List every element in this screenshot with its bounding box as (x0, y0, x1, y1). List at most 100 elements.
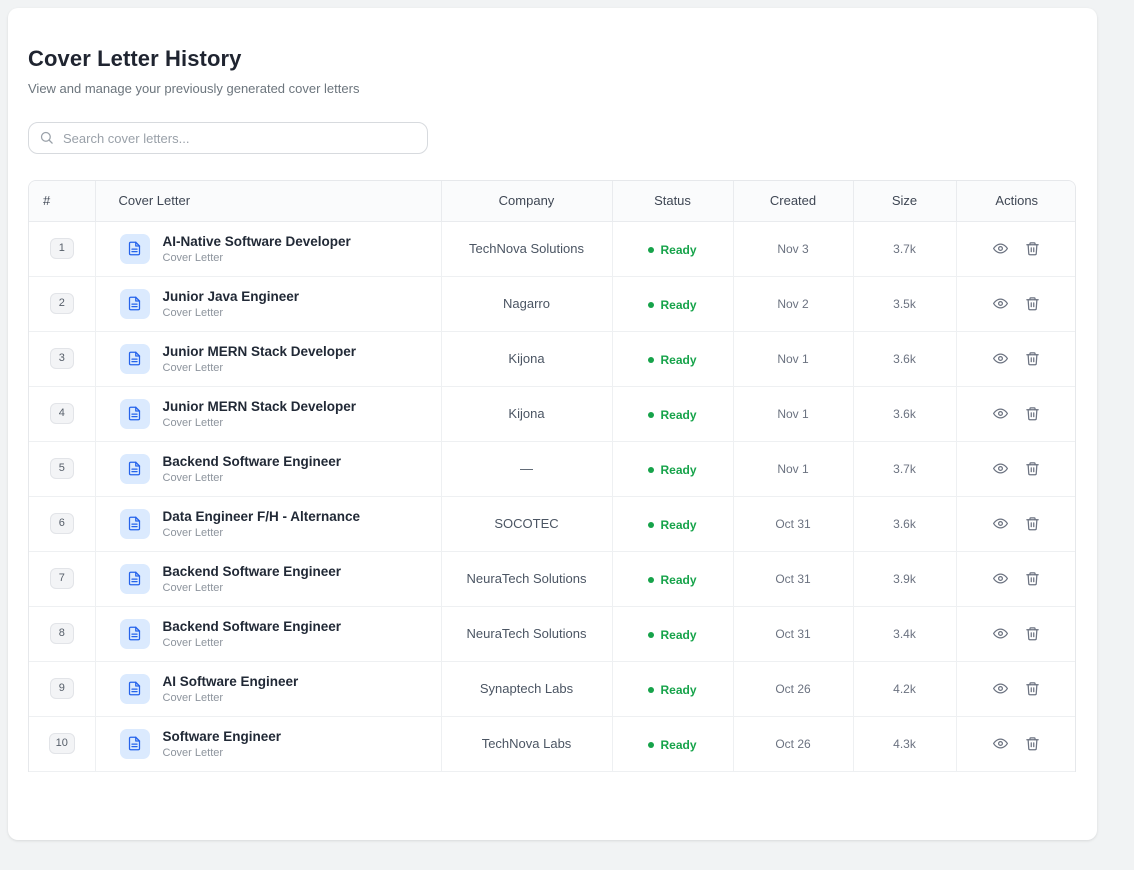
file-size: 4.2k (853, 661, 957, 717)
status-badge: Ready (648, 627, 697, 642)
delete-button[interactable] (1022, 678, 1044, 700)
view-button[interactable] (990, 458, 1012, 480)
cover-letter-title: Data Engineer F/H - Alternance (162, 508, 361, 524)
delete-button[interactable] (1022, 403, 1044, 425)
view-button[interactable] (990, 623, 1012, 645)
status-badge: Ready (648, 462, 697, 477)
file-size: 3.7k (853, 221, 957, 277)
file-text-icon (119, 343, 150, 374)
table-row: 1 AI-Native Software Developer Cover Let… (29, 221, 1075, 277)
view-button[interactable] (990, 238, 1012, 260)
row-number-badge: 8 (49, 623, 74, 644)
cover-letter-history-panel: Cover Letter History View and manage you… (8, 8, 1097, 840)
delete-button[interactable] (1022, 568, 1044, 590)
view-button[interactable] (990, 568, 1012, 590)
row-number-badge: 3 (49, 348, 74, 369)
table-row: 10 Software Engineer Cover Letter TechNo… (29, 716, 1075, 772)
created-date: Nov 1 (733, 441, 854, 497)
trash-icon (1025, 296, 1040, 311)
cover-letter-type: Cover Letter (162, 581, 224, 594)
status-badge: Ready (648, 242, 697, 257)
delete-button[interactable] (1022, 458, 1044, 480)
file-text-icon (119, 563, 150, 594)
trash-icon (1025, 351, 1040, 366)
eye-icon (993, 461, 1009, 476)
status-label: Ready (660, 242, 697, 257)
status-badge: Ready (648, 517, 697, 532)
cover-letter-type: Cover Letter (162, 306, 224, 319)
table-body: 1 AI-Native Software Developer Cover Let… (29, 221, 1075, 772)
view-button[interactable] (990, 293, 1012, 315)
eye-icon (993, 736, 1009, 751)
status-dot-icon (648, 521, 655, 528)
company-name: Nagarro (441, 276, 613, 332)
cover-letter-title: Backend Software Engineer (162, 563, 342, 579)
status-badge: Ready (648, 297, 697, 312)
status-badge: Ready (648, 737, 697, 752)
status-label: Ready (660, 682, 697, 697)
file-text-icon (119, 728, 150, 759)
delete-button[interactable] (1022, 623, 1044, 645)
search-bar (28, 122, 428, 154)
file-size: 3.6k (853, 386, 957, 442)
header-company: Company (441, 181, 613, 222)
eye-icon (993, 406, 1009, 421)
status-label: Ready (660, 737, 697, 752)
table-row: 4 Junior MERN Stack Developer Cover Lett… (29, 386, 1075, 442)
cover-letter-type: Cover Letter (162, 526, 224, 539)
cover-letter-type: Cover Letter (162, 746, 224, 759)
table-row: 8 Backend Software Engineer Cover Letter (29, 606, 1075, 662)
delete-button[interactable] (1022, 348, 1044, 370)
eye-icon (993, 241, 1009, 256)
view-button[interactable] (990, 678, 1012, 700)
delete-button[interactable] (1022, 513, 1044, 535)
trash-icon (1025, 461, 1040, 476)
view-button[interactable] (990, 348, 1012, 370)
table-row: 9 AI Software Engineer Cover Letter Syna… (29, 661, 1075, 717)
trash-icon (1025, 681, 1040, 696)
trash-icon (1025, 626, 1040, 641)
status-badge: Ready (648, 572, 697, 587)
cover-letter-title: Backend Software Engineer (162, 453, 342, 469)
file-size: 3.9k (853, 551, 957, 607)
page-subtitle: View and manage your previously generate… (28, 81, 360, 96)
view-button[interactable] (990, 403, 1012, 425)
cover-letter-title: Junior Java Engineer (162, 288, 300, 304)
status-badge: Ready (648, 353, 697, 367)
row-number-badge: 9 (49, 678, 74, 699)
delete-button[interactable] (1022, 238, 1044, 260)
row-number-badge: 7 (49, 568, 74, 589)
cover-letter-type: Cover Letter (162, 691, 224, 704)
cover-letter-title: Junior MERN Stack Developer (162, 343, 357, 359)
status-dot-icon (648, 466, 655, 473)
header-actions: Actions (956, 181, 1075, 222)
eye-icon (993, 351, 1009, 366)
status-dot-icon (648, 576, 655, 583)
status-label: Ready (660, 572, 697, 587)
file-text-icon (119, 288, 150, 319)
status-label: Ready (660, 462, 697, 477)
status-label: Ready (660, 517, 697, 532)
cover-letter-title: AI Software Engineer (162, 673, 299, 689)
trash-icon (1025, 241, 1040, 256)
delete-button[interactable] (1022, 733, 1044, 755)
status-label: Ready (660, 627, 697, 642)
created-date: Oct 31 (733, 551, 854, 607)
status-badge: Ready (648, 682, 697, 697)
company-name: TechNova Solutions (441, 221, 613, 277)
file-size: 3.4k (853, 606, 957, 662)
file-size: 3.5k (853, 276, 957, 332)
status-dot-icon (648, 741, 655, 748)
search-input[interactable] (28, 122, 428, 154)
delete-button[interactable] (1022, 293, 1044, 315)
view-button[interactable] (990, 733, 1012, 755)
company-name: SOCOTEC (441, 496, 613, 552)
company-name: TechNova Labs (441, 716, 613, 772)
view-button[interactable] (990, 513, 1012, 535)
page-title: Cover Letter History (28, 46, 242, 71)
file-text-icon (119, 673, 150, 704)
file-text-icon (119, 508, 150, 539)
file-size: 3.7k (853, 441, 957, 497)
file-size: 3.6k (853, 496, 957, 552)
status-label: Ready (660, 297, 697, 312)
